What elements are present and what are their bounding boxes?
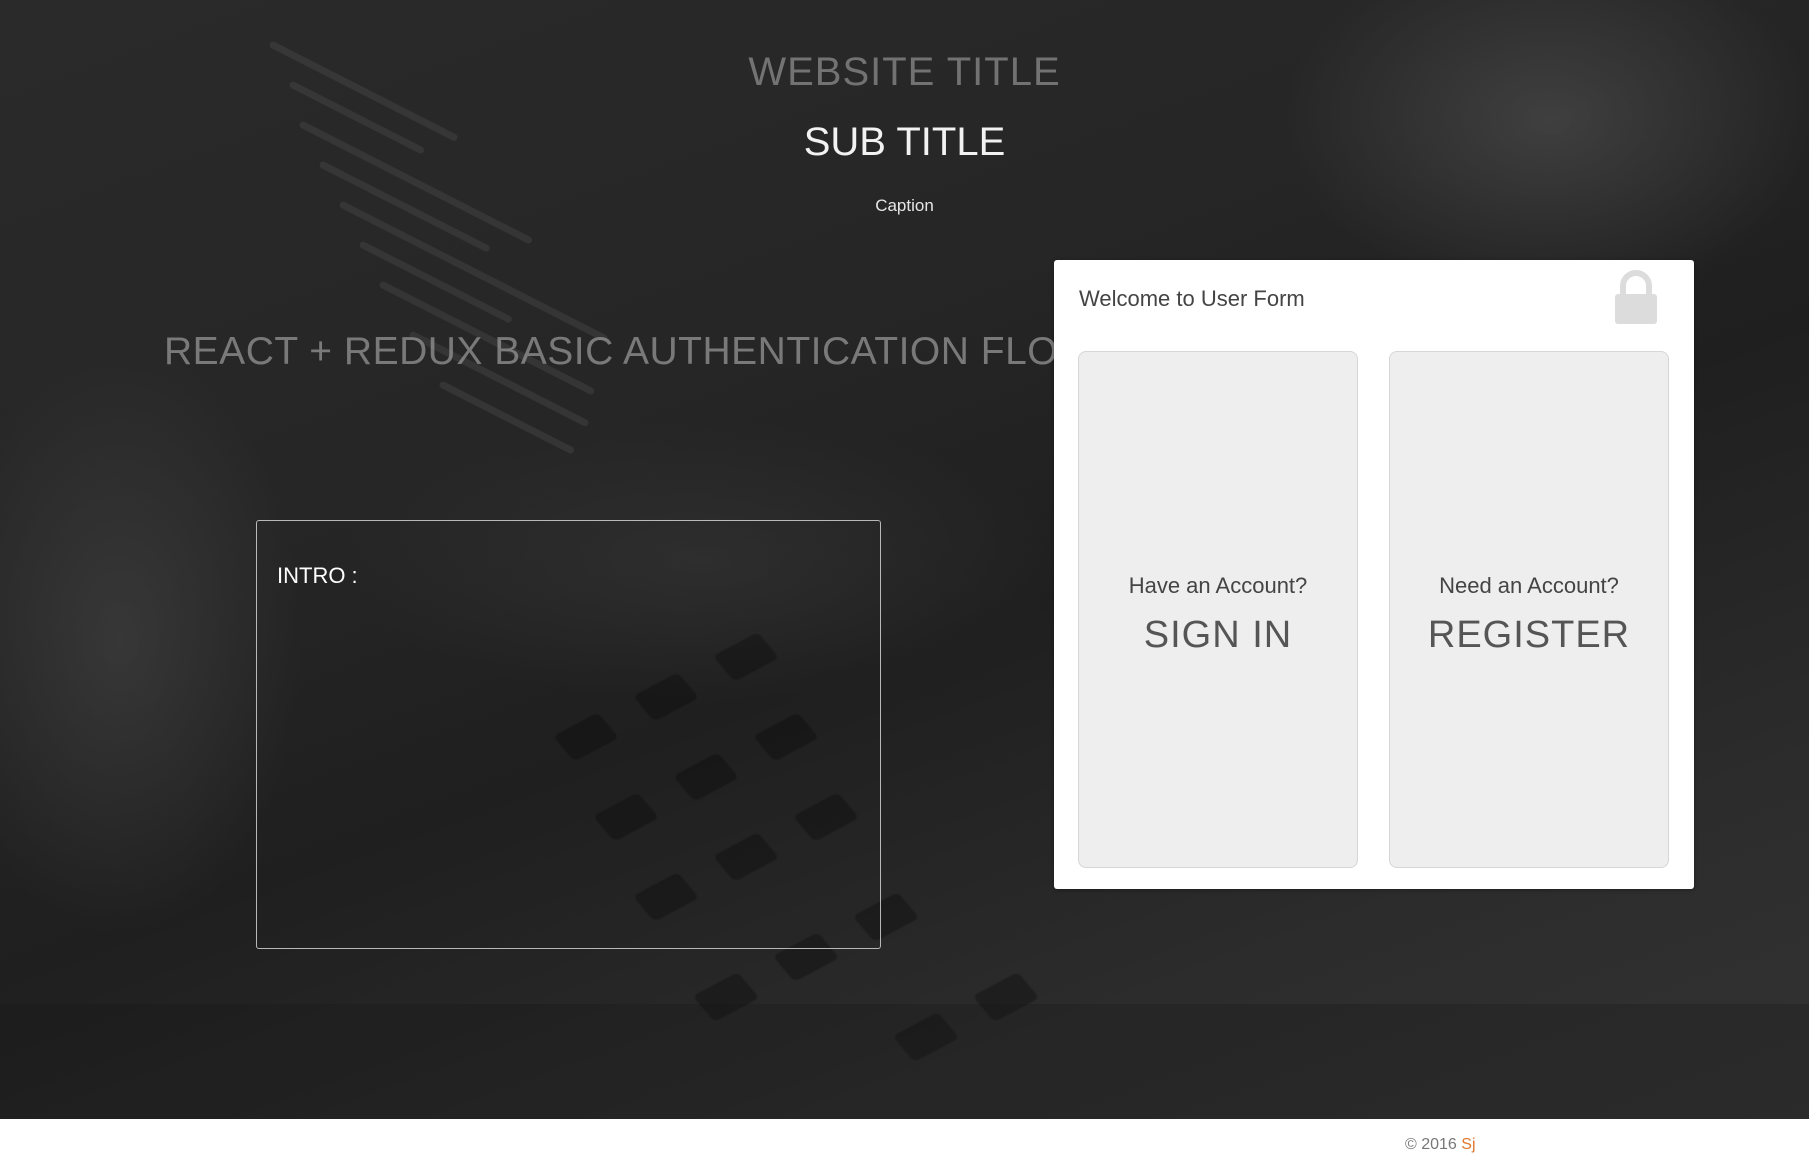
user-form-title: Welcome to User Form — [1079, 286, 1305, 311]
intro-box: INTRO : — [256, 520, 881, 949]
hero-background: WEBSITE TITLE SUB TITLE Caption REACT + … — [0, 0, 1809, 1119]
sub-title: SUB TITLE — [803, 120, 1006, 164]
intro-label: INTRO : — [277, 563, 358, 588]
author-link[interactable]: Sj — [1461, 1136, 1475, 1153]
background-code-line — [438, 380, 576, 455]
lock-icon — [1615, 270, 1657, 324]
register-question: Need an Account? — [1439, 573, 1619, 598]
footer-copyright: © 2016 Sj — [1405, 1136, 1476, 1154]
caption: Caption — [875, 196, 934, 215]
copyright-text: © 2016 — [1405, 1136, 1457, 1153]
user-form-card: Welcome to User Form Have an Account? SI… — [1054, 260, 1694, 889]
flow-heading: REACT + REDUX BASIC AUTHENTICATION FLOW — [164, 330, 1096, 373]
sign-in-label: SIGN IN — [1143, 614, 1293, 656]
register-label: REGISTER — [1427, 614, 1631, 656]
footer: © 2016 Sj — [0, 1119, 1809, 1159]
background-code-line — [338, 200, 609, 343]
sign-in-question: Have an Account? — [1128, 573, 1308, 598]
hero-bottom-band — [0, 1004, 1809, 1119]
website-title: WEBSITE TITLE — [748, 50, 1061, 94]
register-button[interactable]: Need an Account? REGISTER — [1389, 351, 1669, 868]
sign-in-button[interactable]: Have an Account? SIGN IN — [1078, 351, 1358, 868]
